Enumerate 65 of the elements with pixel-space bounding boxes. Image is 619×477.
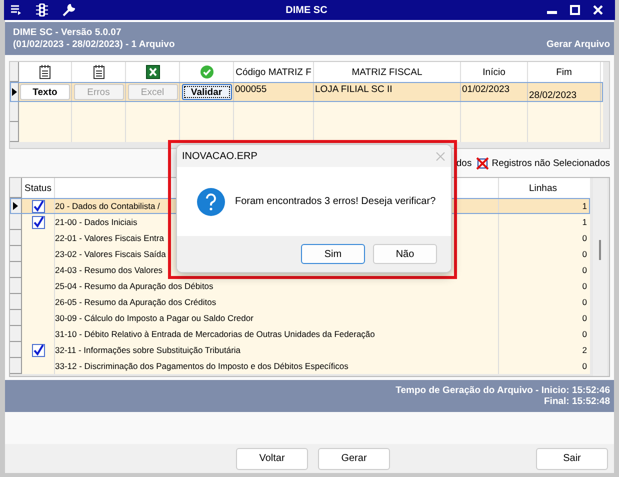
checkbox-checked-icon[interactable] xyxy=(32,200,44,212)
record-name: 21-00 - Dados Iniciais xyxy=(55,217,138,227)
dialog-title: INOVACAO.ERP xyxy=(182,150,258,162)
spreadsheet-icon xyxy=(146,65,160,79)
record-name: 33-12 - Discriminação dos Pagamentos do Imposto e dos Débitos Específicos xyxy=(55,361,348,371)
line-count: 0 xyxy=(582,265,587,275)
action-button[interactable]: Sair xyxy=(536,448,608,470)
line-count: 1 xyxy=(582,201,587,211)
legend-label: Registros não Selecionados xyxy=(492,158,610,168)
column-header: Código MATRIZ F xyxy=(236,66,312,78)
record-name: 31-10 - Débito Relativo à Entrada de Mercadorias de Outras Unidades da Federação xyxy=(55,329,375,339)
table-cell: 000055 xyxy=(235,84,267,95)
column-header: Fim xyxy=(556,66,572,78)
status-text: Final: 15:52:48 xyxy=(544,396,610,407)
action-button[interactable]: Voltar xyxy=(236,448,308,470)
record-name: 25-04 - Resumo da Apuração dos Débitos xyxy=(55,281,214,291)
grid-button[interactable]: Texto xyxy=(20,84,70,100)
table-cell: 01/02/2023 xyxy=(462,84,510,95)
maximize-icon[interactable] xyxy=(570,5,580,15)
line-count: 2 xyxy=(582,345,587,355)
check-circle-icon xyxy=(200,65,214,79)
record-name: 24-03 - Resumo dos Valores xyxy=(55,265,163,275)
line-count: 0 xyxy=(582,281,587,291)
action-button[interactable]: Gerar xyxy=(318,448,390,470)
status-text: Tempo de Geração do Arquivo - Inicio: 15:52:46 xyxy=(396,385,610,396)
line-count: 0 xyxy=(582,329,587,339)
notepad-icon xyxy=(39,65,51,79)
legend-label: dos xyxy=(456,158,472,168)
table-cell: LOJA FILIAL SC II xyxy=(315,84,392,95)
column-header: Início xyxy=(482,66,506,78)
column-header: Linhas xyxy=(529,182,557,194)
line-count: 1 xyxy=(582,217,587,227)
scrollbar[interactable] xyxy=(593,178,607,376)
line-count: 0 xyxy=(582,361,587,371)
row-pointer-icon xyxy=(13,202,18,210)
traffic-light-icon[interactable] xyxy=(36,3,48,17)
header-title: DIME SC - Versão 5.0.07 xyxy=(13,27,122,38)
crossed-box-icon xyxy=(476,156,489,170)
wrench-icon[interactable] xyxy=(62,4,75,16)
record-name: 22-01 - Valores Fiscais Entra xyxy=(55,233,164,243)
header-period: (01/02/2023 - 28/02/2023) - 1 Arquivo xyxy=(13,39,175,50)
record-name: 23-02 - Valores Fiscais Saída xyxy=(55,249,166,259)
record-name: 26-05 - Resumo da Apuração dos Créditos xyxy=(55,297,216,307)
grid-button[interactable]: Validar xyxy=(182,84,232,100)
record-name: 20 - Dados do Contabilista / xyxy=(55,201,160,211)
checkbox-checked-icon[interactable] xyxy=(32,216,44,228)
question-icon xyxy=(197,188,225,216)
line-count: 0 xyxy=(582,249,587,259)
row-pointer-icon xyxy=(12,88,16,96)
record-name: 30-09 - Cálculo do Imposto a Pagar ou Saldo Credor xyxy=(55,313,254,323)
line-count: 0 xyxy=(582,233,587,243)
column-header: MATRIZ FISCAL xyxy=(352,66,422,78)
dialog-button[interactable]: Sim xyxy=(301,244,365,264)
line-count: 0 xyxy=(582,297,587,307)
dialog-button[interactable]: Não xyxy=(373,244,437,264)
column-header: Status xyxy=(24,182,52,194)
window-title: DIME SC xyxy=(284,4,328,16)
dialog-message: Foram encontrados 3 erros! Deseja verificar? xyxy=(235,196,436,207)
list-icon[interactable] xyxy=(10,4,22,16)
checkbox-checked-icon[interactable] xyxy=(32,344,44,356)
header-action: Gerar Arquivo xyxy=(546,39,610,50)
line-count: 0 xyxy=(582,313,587,323)
table-cell: 28/02/2023 xyxy=(529,90,577,101)
notepad-icon xyxy=(92,65,104,79)
record-name: 32-11 - Informações sobre Substituição Tributária xyxy=(55,345,241,355)
